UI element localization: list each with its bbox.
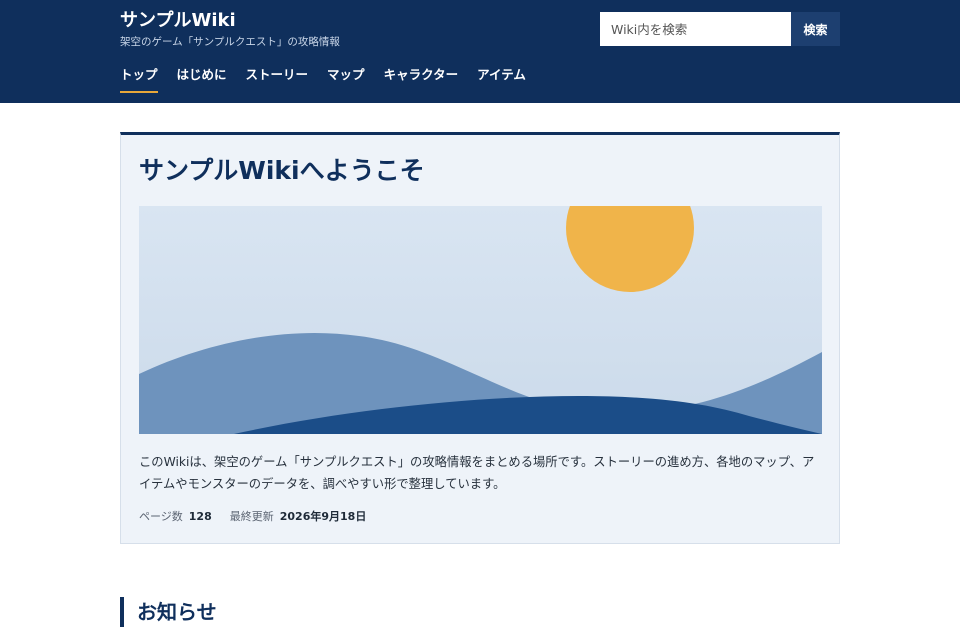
site-header: サンプルWiki 架空のゲーム「サンプルクエスト」の攻略情報 検索 トップ はじ… xyxy=(0,0,960,103)
last-updated-label: 最終更新 xyxy=(229,510,274,523)
welcome-title: サンプルWikiへようこそ xyxy=(139,156,425,185)
news-heading: お知らせ xyxy=(120,596,217,627)
nav-item-story[interactable]: ストーリー xyxy=(246,60,309,93)
page-count-label: ページ数 xyxy=(139,510,183,523)
welcome-card: サンプルWikiへようこそ このWikiは、架空のゲーム「サンプルクエスト」の攻… xyxy=(120,132,840,544)
page-count-value: 128 xyxy=(188,510,212,523)
search-button[interactable]: 検索 xyxy=(791,12,840,46)
main-nav: トップ はじめに ストーリー マップ キャラクター アイテム xyxy=(120,60,526,93)
nav-item-getting-started[interactable]: はじめに xyxy=(177,60,227,93)
nav-item-map[interactable]: マップ xyxy=(327,60,365,93)
intro-text: このWikiは、架空のゲーム「サンプルクエスト」の攻略情報をまとめる場所です。ス… xyxy=(139,455,815,491)
nav-item-top[interactable]: トップ xyxy=(120,60,158,93)
nav-item-characters[interactable]: キャラクター xyxy=(384,60,459,93)
hero-svg xyxy=(139,206,822,434)
nav-item-items[interactable]: アイテム xyxy=(477,60,526,93)
site-title[interactable]: サンプルWiki xyxy=(120,9,236,33)
search-form: 検索 xyxy=(600,12,840,46)
last-updated-value: 2026年9月18日 xyxy=(279,510,367,523)
page-meta: ページ数 128 最終更新 2026年9月18日 xyxy=(139,509,366,525)
site-subtitle: 架空のゲーム「サンプルクエスト」の攻略情報 xyxy=(120,36,340,48)
search-input[interactable] xyxy=(600,12,791,46)
hero-illustration xyxy=(139,206,822,434)
